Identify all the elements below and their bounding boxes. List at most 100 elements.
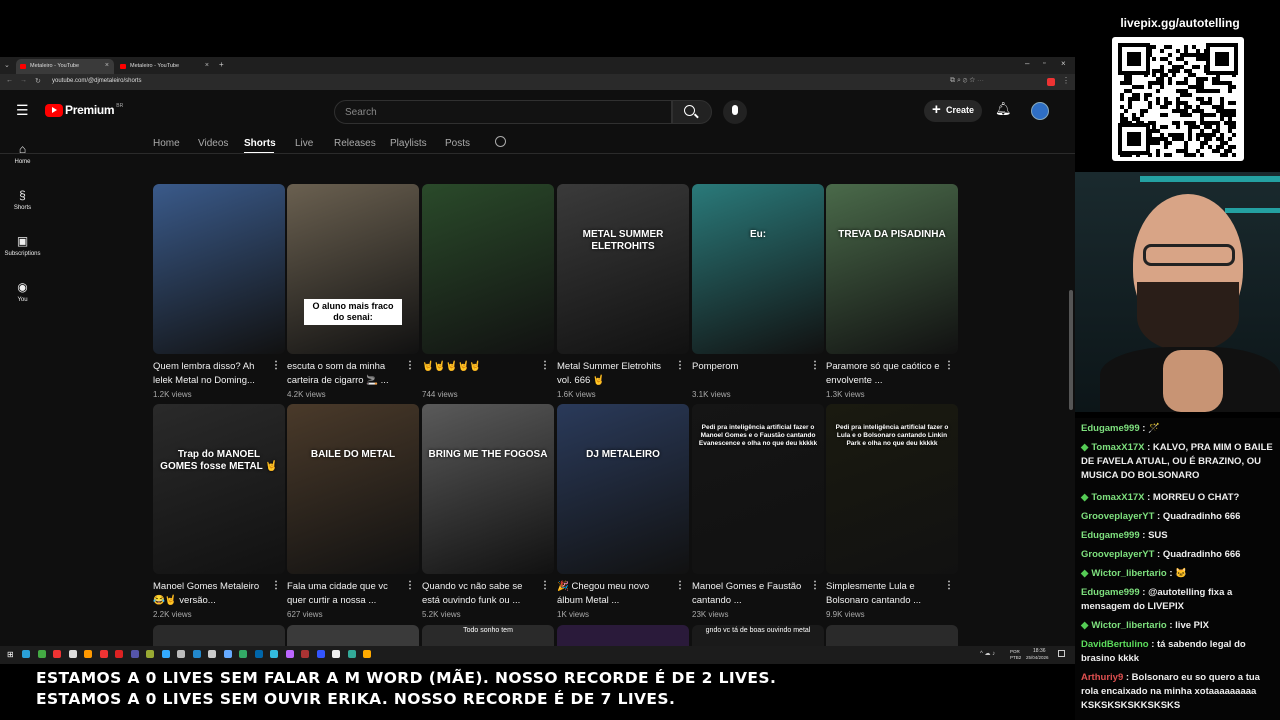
taskbar-app-icon[interactable] bbox=[270, 650, 278, 658]
more-options-icon[interactable]: ⋮ bbox=[271, 360, 281, 371]
more-options-icon[interactable]: ⋮ bbox=[540, 360, 550, 371]
tab-search-icon[interactable]: ⌄ bbox=[4, 61, 10, 69]
taskbar-app-icon[interactable] bbox=[301, 650, 309, 658]
short-thumbnail[interactable]: TREVA DA PISADINHA bbox=[826, 184, 958, 354]
more-options-icon[interactable]: ⋮ bbox=[944, 580, 954, 591]
taskbar-app-icon[interactable] bbox=[254, 650, 263, 658]
short-title[interactable]: Quem lembra disso? Ah lelek Metal no Dom… bbox=[153, 360, 271, 388]
close-tab-icon[interactable]: × bbox=[105, 62, 109, 69]
taskbar-app-icon[interactable] bbox=[115, 650, 123, 658]
chat-username: TomaxX17X bbox=[1091, 492, 1145, 503]
maximize-icon[interactable]: ▫ bbox=[1043, 60, 1045, 67]
chat-message: ◆ TomaxX17X : KALVO, PRA MIM O BAILE DE F… bbox=[1081, 441, 1277, 483]
thumbnail-overlay-text: Trap do MANOEL GOMES fosse METAL 🤘 bbox=[160, 449, 278, 472]
taskbar-app-icon[interactable] bbox=[223, 650, 232, 658]
reload-icon[interactable]: ↻ bbox=[35, 77, 41, 85]
short-thumbnail[interactable]: Pedi pra inteligência artificial fazer o… bbox=[826, 404, 958, 574]
new-tab-icon[interactable]: + bbox=[219, 60, 224, 69]
taskbar-app-icon[interactable] bbox=[130, 650, 139, 658]
short-thumbnail[interactable] bbox=[422, 184, 554, 354]
taskbar-app-icon[interactable] bbox=[84, 650, 92, 658]
chat-username: Edugame999 bbox=[1081, 587, 1140, 598]
short-thumbnail[interactable]: BAILE DO METAL bbox=[287, 404, 419, 574]
short-views: 1.6K views bbox=[557, 390, 596, 399]
chat-message: Edugame999 : SUS bbox=[1081, 529, 1277, 543]
taskbar-app-icon[interactable] bbox=[177, 650, 185, 658]
short-title[interactable]: Paramore só que caótico e envolvente ... bbox=[826, 360, 944, 388]
forward-icon[interactable]: → bbox=[20, 77, 27, 84]
chat-username: Edugame999 bbox=[1081, 423, 1140, 434]
chat-username: GrooveplayerYT bbox=[1081, 549, 1155, 560]
minimize-icon[interactable]: – bbox=[1025, 59, 1029, 68]
taskbar-app-icon[interactable] bbox=[192, 650, 201, 658]
keyboard-language[interactable]: POR PTB2 bbox=[1010, 649, 1024, 660]
short-thumbnail[interactable] bbox=[153, 184, 285, 354]
taskbar-date[interactable]: 25/04/2026 bbox=[1026, 655, 1049, 660]
more-options-icon[interactable]: ⋮ bbox=[271, 580, 281, 591]
chat-text: : 🪄 bbox=[1139, 423, 1160, 434]
chat-username: Edugame999 bbox=[1081, 530, 1140, 541]
taskbar-app-icon[interactable] bbox=[347, 650, 356, 658]
more-options-icon[interactable]: ⋮ bbox=[405, 360, 415, 371]
more-options-icon[interactable]: ⋮ bbox=[944, 360, 954, 371]
taskbar-app-icon[interactable] bbox=[146, 650, 154, 658]
close-window-icon[interactable]: × bbox=[1061, 59, 1066, 68]
short-title[interactable]: 🤘🤘🤘🤘🤘 bbox=[422, 360, 540, 388]
short-thumbnail[interactable]: Eu: bbox=[692, 184, 824, 354]
more-options-icon[interactable]: ⋮ bbox=[810, 360, 820, 371]
short-title[interactable]: Manoel Gomes e Faustão cantando ... bbox=[692, 580, 810, 608]
short-thumbnail[interactable]: DJ METALEIRO bbox=[557, 404, 689, 574]
taskbar-app-icon[interactable] bbox=[208, 650, 216, 658]
more-options-icon[interactable]: ⋮ bbox=[675, 580, 685, 591]
short-title[interactable]: Pomperom bbox=[692, 360, 810, 388]
taskbar-app-icon[interactable] bbox=[22, 650, 30, 658]
short-thumbnail[interactable]: METAL SUMMER ELETROHITS bbox=[557, 184, 689, 354]
extensions-icon[interactable]: ⧉ ⌕ ⊘ ☆ ⋯ bbox=[950, 77, 984, 85]
taskbar-app-icon[interactable] bbox=[285, 650, 294, 658]
thumbnail-overlay-text: BAILE DO METAL bbox=[310, 449, 396, 460]
taskbar-app-icon[interactable] bbox=[239, 650, 247, 658]
notification-center-icon[interactable] bbox=[1058, 650, 1065, 657]
more-options-icon[interactable]: ⋮ bbox=[810, 580, 820, 591]
short-title[interactable]: Quando vc não sabe se está ouvindo funk … bbox=[422, 580, 540, 608]
short-title[interactable]: escuta o som da minha carteira de cigarr… bbox=[287, 360, 405, 388]
short-title[interactable]: Simplesmente Lula e Bolsonaro cantando .… bbox=[826, 580, 944, 608]
profile-icon[interactable] bbox=[1047, 78, 1055, 86]
page-scrollbar[interactable] bbox=[1069, 290, 1073, 410]
taskbar-app-icon[interactable] bbox=[363, 650, 371, 658]
menu-icon[interactable]: ⋮ bbox=[1062, 76, 1070, 85]
browser-tab[interactable]: Metaleiro - YouTube × bbox=[16, 59, 114, 74]
taskbar-app-icon[interactable] bbox=[68, 650, 77, 658]
short-title[interactable]: 🎉 Chegou meu novo álbum Metal ... bbox=[557, 580, 675, 608]
taskbar-app-icon[interactable] bbox=[332, 650, 340, 658]
more-options-icon[interactable]: ⋮ bbox=[405, 580, 415, 591]
browser-tab[interactable]: Metaleiro - YouTube × bbox=[116, 59, 214, 74]
close-tab-icon[interactable]: × bbox=[205, 62, 209, 69]
short-thumbnail[interactable]: BRING ME THE FOGOSA bbox=[422, 404, 554, 574]
taskbar-app-icon[interactable] bbox=[316, 650, 325, 658]
taskbar-app-icon[interactable] bbox=[99, 650, 108, 658]
chat-message: Arthuriy9 : Bolsonaro eu so quero a tua … bbox=[1081, 671, 1277, 713]
short-views: 5.2K views bbox=[422, 610, 461, 619]
more-options-icon[interactable]: ⋮ bbox=[540, 580, 550, 591]
short-thumbnail[interactable]: Trap do MANOEL GOMES fosse METAL 🤘 bbox=[153, 404, 285, 574]
chat-text: : MORREU O CHAT? bbox=[1144, 492, 1240, 503]
short-title[interactable]: Metal Summer Eletrohits vol. 666 🤘 bbox=[557, 360, 675, 388]
system-tray-icon[interactable]: ^ ☁ ♪ bbox=[980, 650, 995, 657]
chat-message: DavidBertulino : tá sabendo legal do bra… bbox=[1081, 638, 1277, 666]
taskbar-app-icon[interactable] bbox=[37, 650, 46, 658]
taskbar-app-icon[interactable] bbox=[161, 650, 170, 658]
taskbar-time[interactable]: 18:36 bbox=[1033, 648, 1046, 654]
taskbar-app-icon[interactable] bbox=[53, 650, 61, 658]
chat-badge-icon: ◆ bbox=[1081, 442, 1089, 453]
short-thumbnail[interactable]: Pedi pra inteligência artificial fazer o… bbox=[692, 404, 824, 574]
url-field[interactable]: youtube.com/@djmetaleiro/shorts bbox=[52, 78, 141, 84]
short-thumbnail[interactable]: O aluno mais fraco do senai: bbox=[287, 184, 419, 354]
short-title[interactable]: Fala uma cidade que vc quer curtir a nos… bbox=[287, 580, 405, 608]
back-icon[interactable]: ← bbox=[6, 77, 13, 84]
thumbnail-overlay-text: TREVA DA PISADINHA bbox=[838, 229, 946, 240]
short-views: 627 views bbox=[287, 610, 323, 619]
short-title[interactable]: Manoel Gomes Metaleiro 😂🤘 versão... bbox=[153, 580, 271, 608]
windows-start-icon[interactable]: ⊞ bbox=[7, 650, 14, 659]
more-options-icon[interactable]: ⋮ bbox=[675, 360, 685, 371]
